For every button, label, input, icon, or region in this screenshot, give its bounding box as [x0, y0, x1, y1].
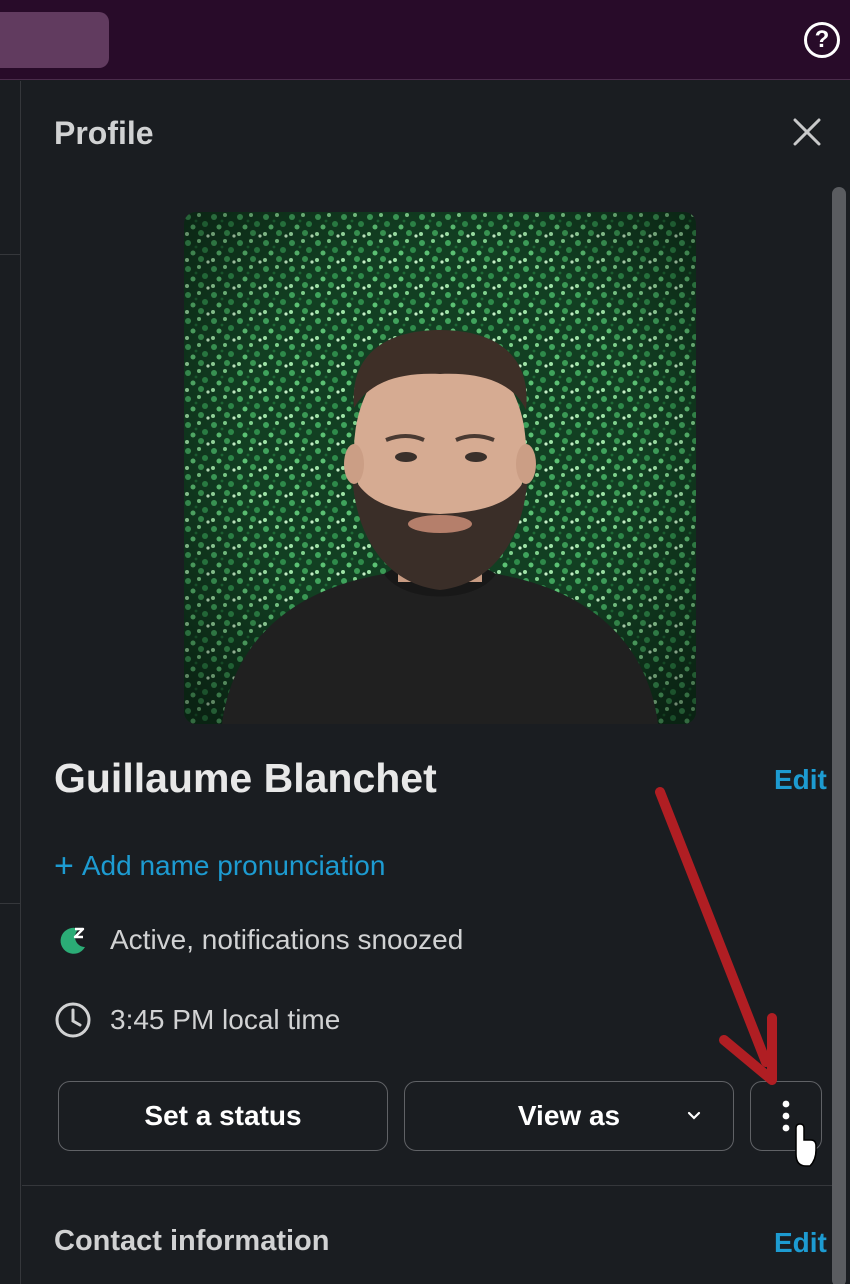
sidebar-divider	[0, 254, 21, 255]
local-time-text: 3:45 PM local time	[110, 1004, 341, 1035]
search-bar[interactable]	[0, 12, 109, 68]
set-status-button[interactable]: Set a status	[58, 1081, 388, 1151]
profile-panel: Profile Guillaume Blanchet Edit + Add na…	[22, 81, 850, 1284]
question-circle-icon[interactable]: ?	[804, 22, 840, 58]
plus-icon: +	[54, 847, 74, 885]
contact-information-heading: Contact information	[54, 1225, 330, 1257]
scrollbar[interactable]	[832, 187, 846, 1284]
view-as-button[interactable]: View as	[404, 1081, 734, 1151]
profile-photo[interactable]	[184, 212, 696, 724]
edit-profile-link[interactable]: Edit	[774, 764, 827, 796]
vertical-ellipsis-icon	[782, 1100, 790, 1132]
chevron-down-icon	[687, 1111, 701, 1120]
local-time: 3:45 PM local time	[54, 1001, 340, 1039]
panel-title: Profile	[54, 115, 154, 151]
close-icon[interactable]	[790, 115, 824, 149]
status-text: Active, notifications snoozed	[110, 924, 464, 955]
clock-icon	[55, 1002, 91, 1038]
presence-status: Active, notifications snoozed	[54, 921, 463, 959]
add-name-pronunciation-link[interactable]: + Add name pronunciation	[54, 847, 385, 886]
top-bar: ?	[0, 0, 850, 80]
snooze-icon	[60, 927, 85, 954]
sidebar-divider	[0, 903, 21, 904]
left-sidebar-edge	[0, 81, 21, 1284]
pronunciation-label: Add name pronunciation	[81, 850, 386, 881]
profile-name: Guillaume Blanchet	[54, 755, 437, 801]
view-as-label: View as	[517, 1100, 621, 1131]
section-divider	[22, 1185, 832, 1186]
more-actions-button[interactable]	[750, 1081, 822, 1151]
edit-contact-link[interactable]: Edit	[774, 1227, 827, 1259]
